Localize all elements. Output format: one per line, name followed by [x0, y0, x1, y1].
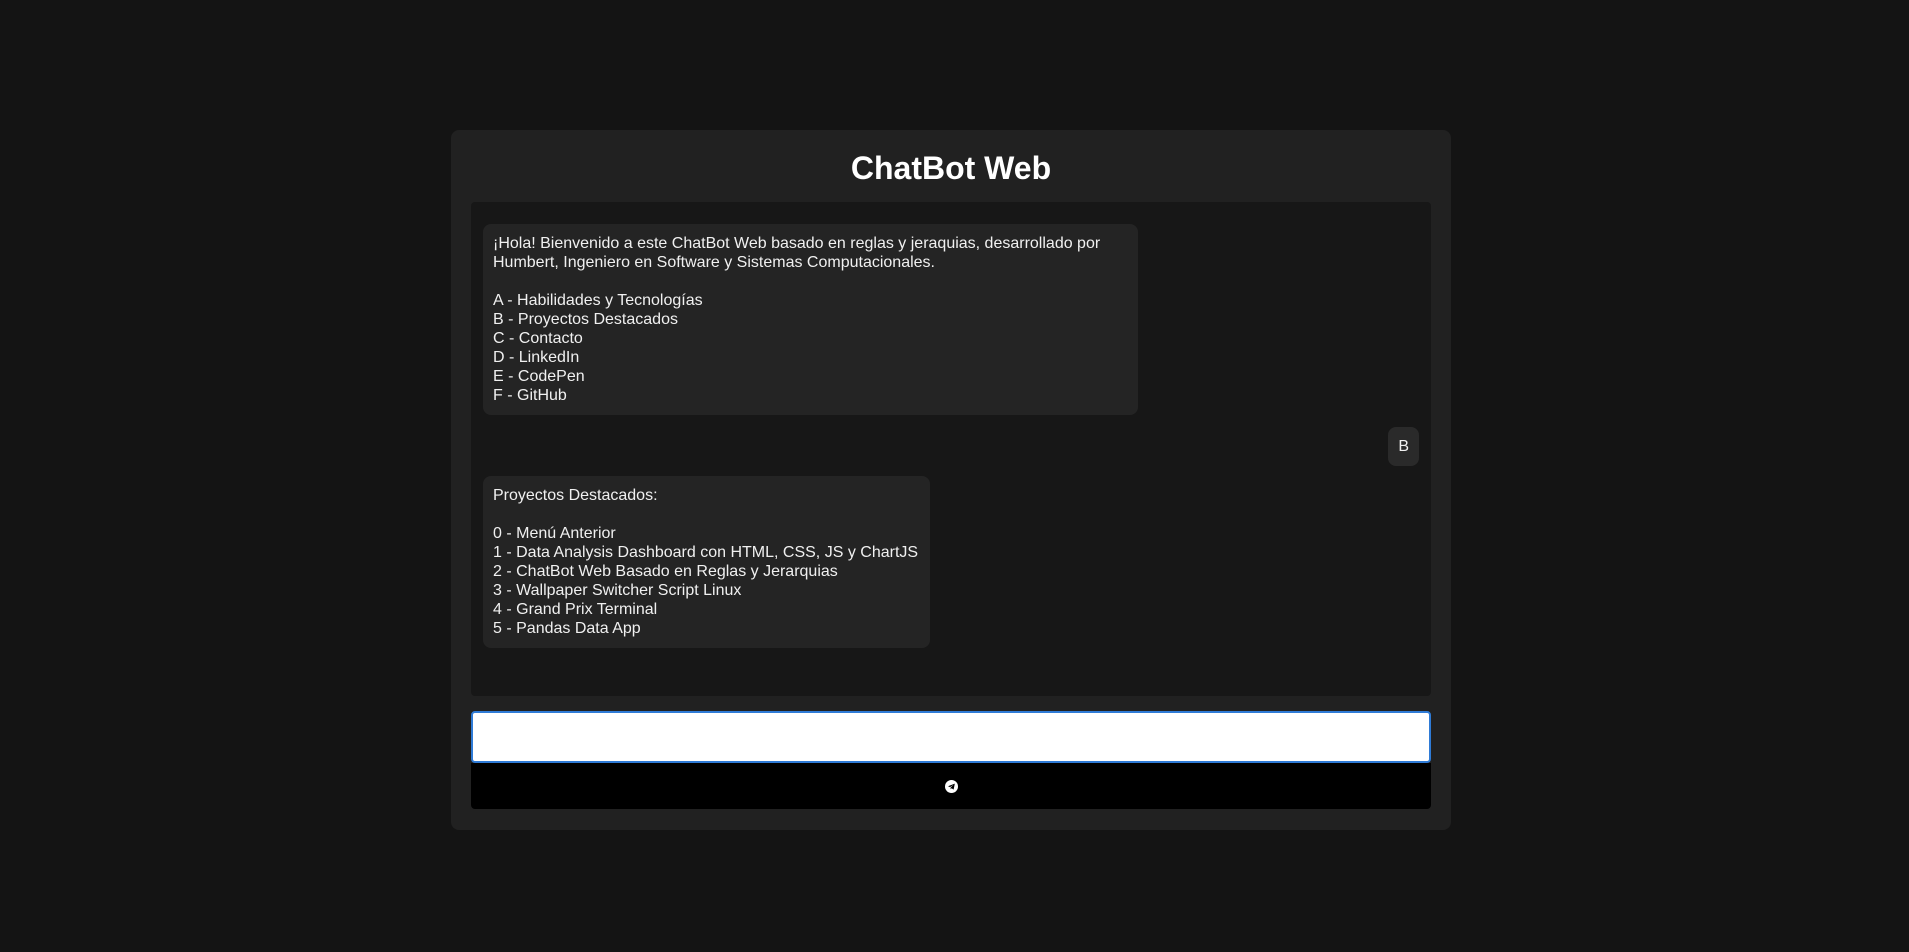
bot-message-projects: Proyectos Destacados: 0 - Menú Anterior … [483, 476, 930, 648]
message-input[interactable] [471, 711, 1431, 763]
chat-container: ChatBot Web ¡Hola! Bienvenido a este Cha… [451, 130, 1451, 830]
user-message: B [1388, 427, 1419, 466]
page: ChatBot Web ¡Hola! Bienvenido a este Cha… [0, 0, 1909, 952]
send-icon [944, 779, 958, 793]
send-button[interactable] [471, 763, 1431, 809]
messages-area[interactable]: ¡Hola! Bienvenido a este ChatBot Web bas… [471, 202, 1431, 696]
user-message-row: B [483, 427, 1419, 466]
chat-title: ChatBot Web [850, 150, 1052, 186]
bot-message-welcome: ¡Hola! Bienvenido a este ChatBot Web bas… [483, 224, 1138, 415]
